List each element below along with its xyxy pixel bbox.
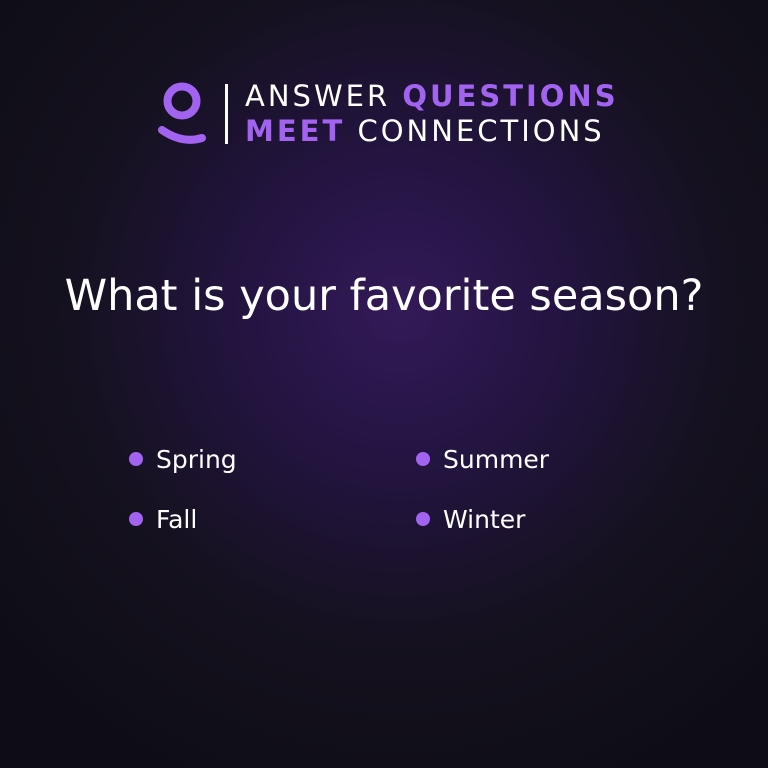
- option-spring[interactable]: Spring: [129, 444, 237, 474]
- option-fall[interactable]: Fall: [129, 504, 197, 534]
- bullet-dot-icon: [129, 452, 143, 466]
- option-label: Winter: [443, 504, 526, 534]
- option-label: Spring: [156, 444, 237, 474]
- bullet-dot-icon: [129, 512, 143, 526]
- tagline-questions: QUESTIONS: [402, 79, 619, 113]
- tagline-line-2: MEET CONNECTIONS: [245, 114, 605, 148]
- tagline-line-1: ANSWER QUESTIONS: [245, 79, 619, 113]
- bullet-dot-icon: [416, 512, 430, 526]
- tagline-answer: ANSWER: [245, 79, 391, 113]
- question-title: What is your favorite season?: [64, 271, 704, 321]
- person-icon: [157, 80, 207, 148]
- option-label: Fall: [156, 504, 198, 534]
- tagline-connections: CONNECTIONS: [357, 114, 605, 148]
- bullet-dot-icon: [416, 452, 430, 466]
- option-label: Summer: [443, 444, 550, 474]
- option-winter[interactable]: Winter: [416, 504, 525, 534]
- option-summer[interactable]: Summer: [416, 444, 549, 474]
- tagline-meet: MEET: [245, 114, 346, 148]
- brand-divider: [225, 84, 228, 144]
